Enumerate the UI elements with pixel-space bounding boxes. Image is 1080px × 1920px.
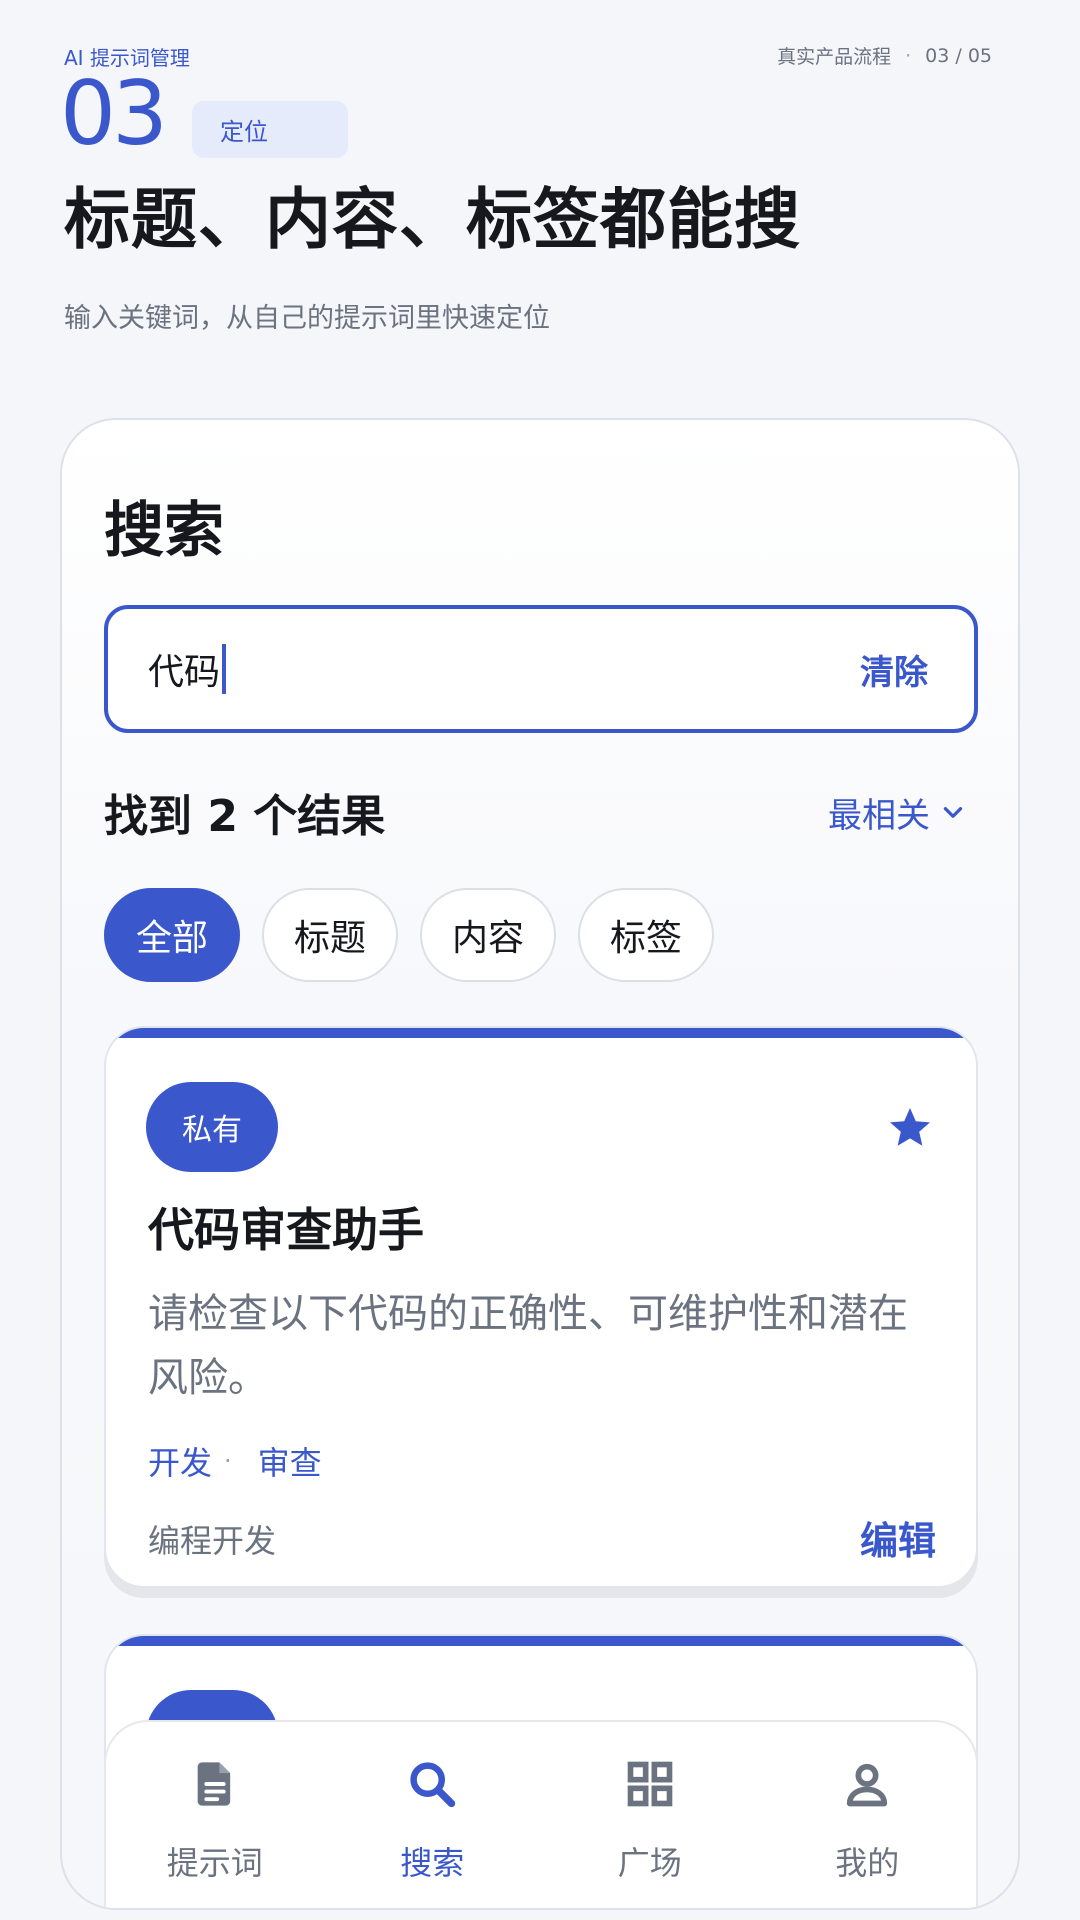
filter-chip-title[interactable]: 标题 xyxy=(262,888,399,982)
filter-chip-tags[interactable]: 标签 xyxy=(578,888,715,982)
tab-prompts[interactable]: 提示词 xyxy=(115,1758,315,1884)
star-icon[interactable] xyxy=(886,1104,934,1152)
tab-profile[interactable]: 我的 xyxy=(767,1758,967,1884)
flow-progress: 真实产品流程 · 03 / 05 xyxy=(777,42,992,69)
flow-label: 真实产品流程 xyxy=(777,46,892,68)
sort-label: 最相关 xyxy=(828,796,930,836)
search-value: 代码 xyxy=(148,652,221,693)
grid-icon xyxy=(627,1761,673,1807)
step-number: 03 xyxy=(60,62,168,165)
card-category: 编程开发 xyxy=(148,1522,277,1560)
page: AI 提示词管理 真实产品流程 · 03 / 05 03 定位 标题、内容、标签… xyxy=(0,0,1080,1920)
text-caret xyxy=(222,644,227,694)
user-icon xyxy=(847,1763,888,1807)
card-tags: 开发 · 审查 xyxy=(148,1438,322,1484)
flow-step-counter: 03 / 05 xyxy=(925,44,992,67)
document-icon xyxy=(197,1762,230,1806)
clear-button[interactable]: 清除 xyxy=(860,645,928,694)
tag-item[interactable]: 开发 xyxy=(148,1438,212,1484)
screen-title: 搜索 xyxy=(104,496,224,566)
page-subline: 输入关键词，从自己的提示词里快速定位 xyxy=(64,303,550,334)
bottom-tab-bar: 提示词 搜索 广场 我的 xyxy=(104,1720,978,1908)
visibility-badge: 私有 xyxy=(146,1082,278,1172)
tab-label: 我的 xyxy=(835,1844,900,1882)
filter-chip-all[interactable]: 全部 xyxy=(104,888,241,982)
filter-chip-content[interactable]: 内容 xyxy=(420,888,557,982)
chevron-down-icon xyxy=(943,806,963,818)
search-input[interactable]: 代码 清除 xyxy=(104,605,978,733)
tab-label: 广场 xyxy=(617,1844,682,1882)
tab-label: 搜索 xyxy=(400,1844,465,1882)
edit-button[interactable]: 编辑 xyxy=(860,1510,936,1565)
tag-item[interactable]: 审查 xyxy=(258,1438,322,1484)
app-screen: 搜索 代码 清除 找到 2 个结果 最相关 全部 标题 内容 标签 私有 代码审… xyxy=(60,418,1020,1910)
result-count: 找到 2 个结果 xyxy=(104,791,386,842)
filter-chips: 全部 标题 内容 标签 xyxy=(104,888,715,982)
page-headline: 标题、内容、标签都能搜 xyxy=(64,181,801,258)
search-icon xyxy=(410,1762,456,1808)
card-title: 代码审查助手 xyxy=(148,1203,424,1257)
result-card[interactable]: 私有 代码审查助手 请检查以下代码的正确性、可维护性和潜在风险。 开发 · 审查… xyxy=(104,1026,978,1588)
tab-label: 提示词 xyxy=(166,1844,263,1882)
tag-separator: · xyxy=(224,1447,232,1475)
card-description: 请检查以下代码的正确性、可维护性和潜在风险。 xyxy=(148,1291,908,1401)
tab-plaza[interactable]: 广场 xyxy=(550,1758,750,1884)
step-tag: 定位 xyxy=(192,101,348,158)
sort-dropdown[interactable]: 最相关 xyxy=(828,788,966,837)
tab-search[interactable]: 搜索 xyxy=(332,1758,532,1884)
flow-separator: · xyxy=(905,44,912,67)
